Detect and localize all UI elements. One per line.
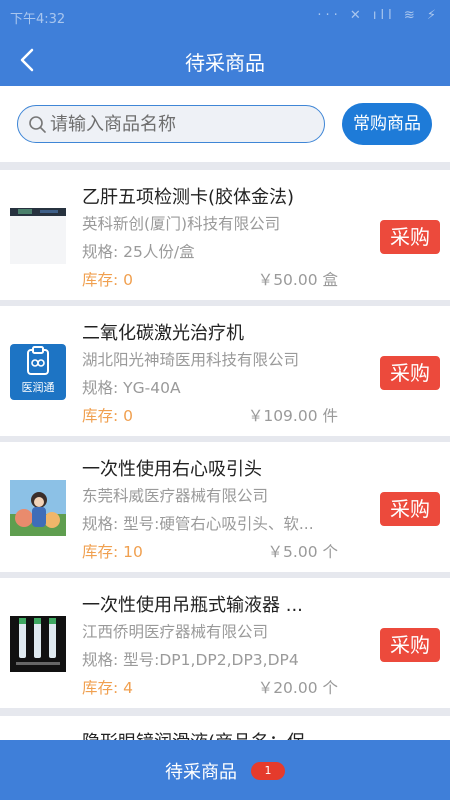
count-badge: 1 [251, 762, 285, 780]
frequent-products-button[interactable]: 常购商品 [342, 103, 432, 145]
buy-button[interactable]: 采购 [380, 492, 440, 526]
product-stock: 库存: 4 [82, 679, 134, 697]
product-stock: 库存: 0 [82, 271, 134, 289]
product-price: ￥20.00 个 [257, 679, 338, 697]
test-kit-image [10, 208, 66, 264]
product-name: 二氧化碳激光治疗机 [82, 323, 244, 344]
product-price: ￥109.00 件 [247, 407, 338, 425]
product-spec: 规格: 25人份/盒 [82, 243, 195, 261]
product-stock: 库存: 10 [82, 543, 143, 561]
pending-products-tab[interactable]: 待采商品 1 [0, 740, 450, 800]
status-time: 下午4:32 [10, 12, 66, 27]
product-maker: 湖北阳光神琦医用科技有限公司 [82, 351, 300, 369]
product-price: ￥50.00 盒 [257, 271, 338, 289]
status-icons: ··· ✕ ıll ≋ ⚡ [317, 8, 440, 23]
product-item-partial[interactable]: 隐形眼镜润滑液(商品名：保 [0, 716, 450, 740]
product-spec: 规格: YG-40A [82, 379, 181, 397]
search-icon [29, 116, 46, 133]
product-name: 隐形眼镜润滑液(商品名：保 [82, 728, 305, 740]
product-maker: 江西侨明医疗器械有限公司 [82, 623, 269, 641]
product-spec: 规格: 型号:硬管右心吸引头、软... [82, 515, 314, 533]
search-box[interactable] [17, 105, 325, 143]
buy-button[interactable]: 采购 [380, 220, 440, 254]
product-name: 一次性使用吊瓶式输液器 ... [82, 595, 303, 616]
page-title: 待采商品 [185, 51, 265, 75]
infusion-set-image [10, 616, 66, 672]
product-stock: 库存: 0 [82, 407, 134, 425]
yirunton-logo: 医润通 [10, 344, 66, 400]
product-item[interactable]: 一次性使用吊瓶式输液器 ... 江西侨明医疗器械有限公司 规格: 型号:DP1,… [0, 578, 450, 708]
buy-button[interactable]: 采购 [380, 356, 440, 390]
status-bar: 下午4:32 ··· ✕ ıll ≋ ⚡ [0, 0, 450, 34]
product-spec: 规格: 型号:DP1,DP2,DP3,DP4 [82, 651, 299, 669]
nav-bar: 待采商品 [0, 34, 450, 86]
logo-text: 医润通 [22, 380, 55, 394]
search-bar: 常购商品 [0, 86, 450, 162]
illustration-image [10, 480, 66, 536]
product-item[interactable]: 医润通 二氧化碳激光治疗机 湖北阳光神琦医用科技有限公司 规格: YG-40A … [0, 306, 450, 436]
search-input[interactable] [50, 110, 318, 138]
buy-button[interactable]: 采购 [380, 628, 440, 662]
separator [0, 162, 450, 170]
product-list[interactable]: 乙肝五项检测卡(胶体金法) 英科新创(厦门)科技有限公司 规格: 25人份/盒 … [0, 170, 450, 740]
product-price: ￥5.00 个 [267, 543, 338, 561]
product-item[interactable]: 一次性使用右心吸引头 东莞科威医疗器械有限公司 规格: 型号:硬管右心吸引头、软… [0, 442, 450, 572]
pending-products-label: 待采商品 [165, 762, 237, 783]
product-name: 一次性使用右心吸引头 [82, 459, 262, 480]
product-maker: 英科新创(厦门)科技有限公司 [82, 215, 281, 233]
product-item[interactable]: 乙肝五项检测卡(胶体金法) 英科新创(厦门)科技有限公司 规格: 25人份/盒 … [0, 170, 450, 300]
product-maker: 东莞科威医疗器械有限公司 [82, 487, 269, 505]
product-name: 乙肝五项检测卡(胶体金法) [82, 187, 295, 208]
